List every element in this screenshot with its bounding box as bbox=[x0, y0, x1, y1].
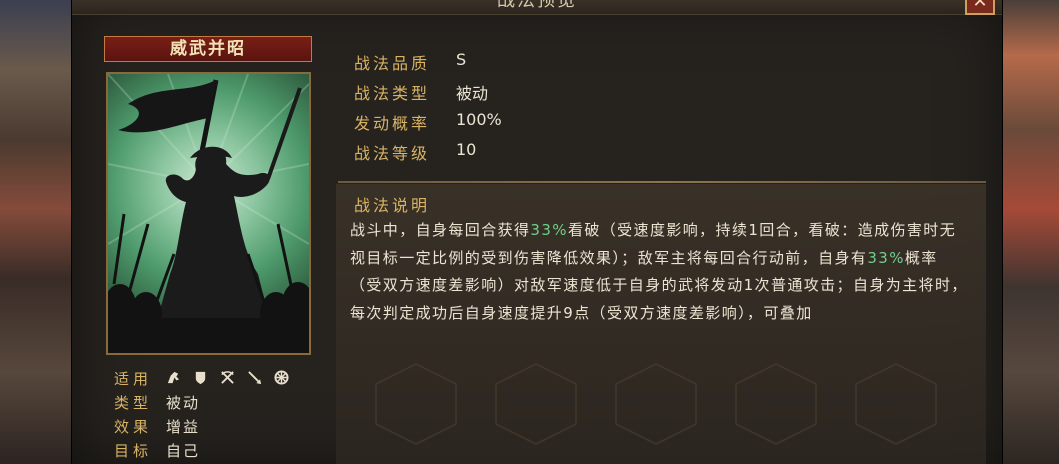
attr-key: 目标 bbox=[114, 442, 153, 460]
info-key: 战法等级 bbox=[354, 144, 431, 163]
spear-icon bbox=[248, 371, 262, 385]
description-box: 战法说明 战斗中，自身每回合获得33%看破（受速度影响，持续1回合，看破：造成伤… bbox=[336, 184, 986, 464]
panel-header: 战法预览 bbox=[72, 0, 1002, 15]
attr-key: 类型 bbox=[114, 394, 153, 412]
attr-value: 自己 bbox=[166, 442, 201, 460]
info-key: 战法品质 bbox=[354, 54, 431, 73]
info-key: 发动概率 bbox=[354, 114, 431, 133]
background-scene-right bbox=[1001, 0, 1059, 464]
attr-key: 适用 bbox=[114, 370, 153, 388]
bow-icon bbox=[221, 371, 234, 384]
section-divider bbox=[338, 181, 986, 183]
description-text: 战斗中，自身每回合获得33%看破（受速度影响，持续1回合，看破：造成伤害时无视目… bbox=[350, 217, 970, 327]
attr-value: 增益 bbox=[166, 418, 201, 436]
close-button[interactable]: ✕ bbox=[965, 0, 995, 15]
shield-icon bbox=[195, 371, 206, 385]
attr-row-applicable: 适用 bbox=[114, 368, 314, 390]
desc-highlight: 33% bbox=[530, 221, 568, 239]
desc-segment: 战斗中，自身每回合获得 bbox=[350, 221, 531, 239]
tactic-name-banner: 威武并昭 bbox=[104, 36, 312, 62]
info-key: 战法类型 bbox=[354, 84, 431, 103]
warrior-silhouette-illustration bbox=[108, 74, 309, 353]
attr-row-effect: 效果 增益 bbox=[114, 416, 314, 438]
tactic-card-art bbox=[106, 72, 311, 355]
info-value: 10 bbox=[456, 140, 477, 159]
siege-icon bbox=[274, 370, 289, 385]
background-scene-left bbox=[0, 0, 72, 464]
panel-title: 战法预览 bbox=[497, 0, 577, 11]
close-icon: ✕ bbox=[972, 0, 988, 12]
unit-type-icons bbox=[166, 370, 296, 389]
attr-row-type: 类型 被动 bbox=[114, 392, 314, 414]
cavalry-icon bbox=[167, 371, 180, 384]
description-title: 战法说明 bbox=[354, 196, 431, 215]
attr-value: 被动 bbox=[166, 394, 201, 412]
info-value: 100% bbox=[456, 110, 502, 129]
desc-highlight: 33% bbox=[867, 248, 905, 267]
tactic-preview-panel: 战法预览 ✕ 威武并昭 适用 类型 被动 效果 增益 目标 自己 战法品质 S … bbox=[72, 0, 1002, 464]
info-value: S bbox=[456, 50, 467, 69]
attr-row-target: 目标 自己 bbox=[114, 440, 314, 462]
hexagon-pattern-decoration bbox=[375, 363, 937, 445]
attr-key: 效果 bbox=[114, 418, 153, 436]
info-value: 被动 bbox=[456, 84, 489, 103]
